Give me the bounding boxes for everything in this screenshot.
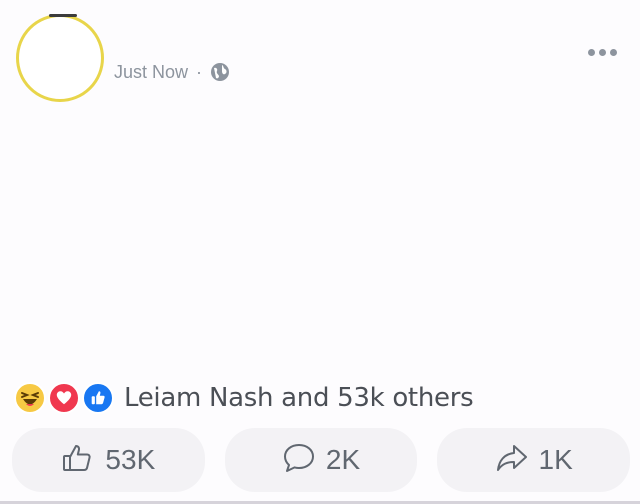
post-meta: Just Now ·: [114, 58, 230, 86]
reaction-summary-text[interactable]: Leiam Nash and 53k others: [124, 383, 474, 413]
more-dot: [587, 48, 595, 56]
post-timestamp: Just Now: [114, 61, 189, 82]
like-count: 53K: [105, 444, 156, 475]
reactions-summary[interactable]: Leiam Nash and 53k others: [14, 380, 474, 416]
like-button[interactable]: 53K: [12, 428, 205, 492]
comment-count: 2K: [325, 444, 361, 475]
more-dot: [598, 48, 606, 56]
love-reaction-icon: [48, 382, 80, 414]
like-reaction-icon: [82, 382, 114, 414]
globe-icon[interactable]: [210, 62, 230, 82]
share-button[interactable]: 1K: [437, 428, 631, 492]
profile-avatar[interactable]: [16, 14, 104, 102]
thumbs-up-icon: [61, 441, 95, 479]
post-actions: 53K 2K 1K: [12, 428, 631, 492]
comment-bubble-icon: [282, 441, 316, 479]
comment-button[interactable]: 2K: [224, 428, 418, 492]
haha-reaction-icon: [14, 382, 46, 414]
share-count: 1K: [538, 444, 573, 475]
share-arrow-icon: [495, 441, 529, 479]
reaction-icons: [14, 380, 118, 416]
more-options-icon[interactable]: [582, 42, 622, 62]
more-dot: [609, 48, 617, 56]
meta-separator: ·: [196, 61, 203, 82]
